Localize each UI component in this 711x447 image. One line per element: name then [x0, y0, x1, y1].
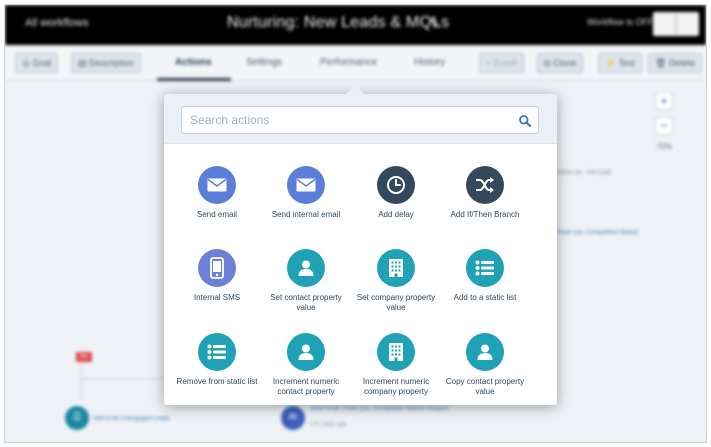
- tab-performance[interactable]: Performance: [320, 57, 377, 68]
- test-button[interactable]: ⚡ Test: [598, 53, 643, 73]
- pencil-icon[interactable]: ✎: [429, 15, 440, 31]
- active-tab-indicator: [157, 78, 231, 81]
- connector-line: [81, 360, 82, 400]
- workflow-editor: All workflows Nurturing: New Leads & MQL…: [4, 4, 707, 443]
- action-tile[interactable]: Copy contact property value: [440, 333, 530, 396]
- phone-icon: [198, 249, 236, 287]
- enroll-button[interactable]: + Enroll: [479, 53, 524, 73]
- search-area: [164, 94, 557, 144]
- no-branch-badge: No: [76, 352, 92, 362]
- tab-actions[interactable]: Actions: [175, 57, 212, 68]
- action-tile[interactable]: Add If/Then Branch: [440, 166, 530, 220]
- action-tile[interactable]: Send email: [172, 166, 262, 220]
- action-label: Add delay: [378, 210, 414, 219]
- search-box[interactable]: [181, 106, 539, 134]
- action-tile[interactable]: Internal SMS: [172, 249, 262, 303]
- canvas-link-thankyou[interactable]: Thank you: Competitive Market: [555, 230, 638, 236]
- description-button[interactable]: ▤ Description: [71, 53, 142, 73]
- clone-button[interactable]: ⧉ Clone: [537, 53, 584, 73]
- list-icon: [466, 249, 504, 287]
- node-send-email-meta: CTL click rate: [310, 422, 347, 428]
- person-icon: [287, 249, 325, 287]
- enroll-label: Enroll: [493, 58, 517, 68]
- clock-icon: [377, 166, 415, 204]
- envelope-icon: [198, 166, 236, 204]
- description-label: Description: [89, 58, 135, 68]
- building-icon: [377, 249, 415, 287]
- action-label: Set contact property value: [270, 293, 342, 312]
- action-tile[interactable]: Set contact property value: [261, 249, 351, 312]
- action-tile[interactable]: Remove from static list: [172, 333, 262, 387]
- action-tile[interactable]: Send internal email: [261, 166, 351, 220]
- action-label: Increment numeric contact property: [272, 377, 340, 396]
- action-tile[interactable]: Increment numeric contact property: [261, 333, 351, 396]
- test-label: Test: [618, 58, 636, 68]
- canvas-text-followup: Follow Up - Hot Lead: [555, 170, 612, 176]
- action-label: Copy contact property value: [445, 377, 525, 396]
- workflow-toggle[interactable]: [653, 12, 699, 36]
- all-workflows-link[interactable]: All workflows: [25, 17, 89, 29]
- action-label: Remove from static list: [176, 377, 258, 386]
- tab-history[interactable]: History: [414, 57, 445, 68]
- action-label: Internal SMS: [193, 293, 241, 302]
- person-icon: [287, 333, 325, 371]
- building-icon: [377, 333, 415, 371]
- goal-label: Goal: [32, 58, 52, 68]
- top-bar: All workflows Nurturing: New Leads & MQL…: [5, 5, 706, 45]
- delete-label: Delete: [668, 58, 695, 68]
- search-icon[interactable]: [518, 114, 532, 128]
- shuffle-icon: [466, 166, 504, 204]
- zoom-level: 70%: [656, 142, 673, 151]
- workflow-status: Workflow is OFF: [587, 17, 654, 27]
- delete-button[interactable]: 🗑 Delete: [648, 53, 702, 73]
- envelope-icon[interactable]: ✉: [281, 406, 305, 430]
- zoom-out-button[interactable]: −: [655, 117, 673, 135]
- popover-caret: [346, 85, 364, 94]
- action-label: Set company property value: [356, 293, 436, 312]
- node-add-to-list[interactable]: Add to list Unengaged Leads: [93, 416, 170, 422]
- tab-settings[interactable]: Settings: [246, 57, 282, 68]
- action-label: Send email: [196, 210, 238, 219]
- zoom-in-button[interactable]: +: [655, 92, 673, 110]
- action-label: Add to a static list: [453, 293, 517, 302]
- person-icon: [466, 333, 504, 371]
- search-input[interactable]: [182, 107, 502, 133]
- action-label: Increment numeric company property: [362, 377, 430, 396]
- action-tile[interactable]: Increment numeric company property: [351, 333, 441, 396]
- clone-label: Clone: [552, 58, 577, 68]
- envelope-icon: [287, 166, 325, 204]
- action-tile[interactable]: Set company property value: [351, 249, 441, 312]
- list-icon[interactable]: ☰: [65, 406, 89, 430]
- toolbar: ◎ Goal ▤ Description Actions Settings Pe…: [5, 45, 706, 81]
- goal-button[interactable]: ◎ Goal: [15, 53, 59, 73]
- workflow-title: Nurturing: New Leads & MQLs: [227, 14, 450, 31]
- node-send-email[interactable]: Send email Thank you: Competitive Market…: [310, 406, 448, 412]
- actions-popover: Send email Send internal email Add delay Ad…: [164, 85, 557, 405]
- list-icon: [198, 333, 236, 371]
- action-label: Add If/Then Branch: [450, 210, 520, 219]
- action-tile[interactable]: Add delay: [351, 166, 441, 220]
- action-tile[interactable]: Add to a static list: [440, 249, 530, 303]
- action-label: Send internal email: [271, 210, 341, 219]
